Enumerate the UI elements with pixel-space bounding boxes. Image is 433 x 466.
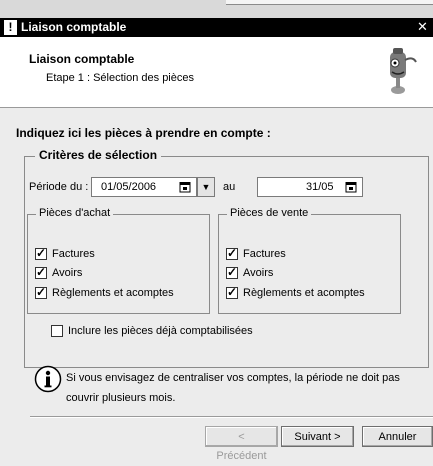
date-from-value: 01/05/2006 [101, 181, 157, 193]
checkbox-label: Inclure les pièces déjà comptabilisées [68, 325, 253, 337]
criteria-legend: Critères de sélection [35, 148, 162, 162]
calendar-icon[interactable] [176, 178, 194, 196]
date-to-value: 31/05 [306, 181, 334, 193]
cancel-button[interactable]: Annuler [362, 426, 433, 447]
background-window-edge [226, 0, 433, 5]
title-bar[interactable]: ! Liaison comptable ✕ [0, 18, 433, 37]
checkbox-label: Factures [243, 248, 286, 260]
checkbox-box[interactable] [35, 246, 47, 260]
sales-credit-notes-checkbox[interactable]: Avoirs [226, 265, 274, 279]
background-window-strip [0, 0, 433, 18]
checkbox-label: Règlements et acomptes [243, 287, 365, 299]
next-button[interactable]: Suivant > [281, 426, 354, 447]
step-subtitle: Etape 1 : Sélection des pièces [46, 72, 194, 84]
instruction-heading: Indiquez ici les pièces à prendre en com… [16, 126, 271, 140]
previous-button[interactable]: < Précédent [205, 426, 278, 462]
checkbox-label: Avoirs [52, 267, 83, 279]
chevron-down-icon: ▼ [201, 182, 211, 192]
sales-invoices-checkbox[interactable]: Factures [226, 246, 286, 260]
purchase-invoices-checkbox[interactable]: Factures [35, 246, 95, 260]
period-label: Période du : [29, 181, 89, 193]
checkbox-box[interactable] [226, 265, 238, 279]
checkbox-label: Règlements et acomptes [52, 287, 174, 299]
date-from-field[interactable]: 01/05/2006 [91, 177, 197, 197]
sales-legend: Pièces de vente [227, 207, 312, 219]
checkbox-box[interactable] [35, 285, 47, 299]
close-icon[interactable]: ✕ [415, 19, 430, 35]
selection-criteria-group: Critères de sélection Période du : 01/05… [24, 148, 429, 368]
checkbox-label: Factures [52, 248, 95, 260]
info-message: Si vous envisagez de centraliser vos com… [66, 372, 400, 404]
sales-payments-checkbox[interactable]: Règlements et acomptes [226, 285, 365, 299]
period-dropdown-button[interactable]: ▼ [197, 177, 215, 197]
sales-documents-group: Pièces de vente Factures Avoirs Règlemen… [218, 207, 401, 314]
window-title: Liaison comptable [21, 20, 127, 34]
footer-separator [30, 416, 433, 418]
checkbox-box[interactable] [35, 265, 47, 279]
wizard-header: Liaison comptable Etape 1 : Sélection de… [0, 37, 433, 108]
include-accounted-checkbox[interactable]: Inclure les pièces déjà comptabilisées [51, 325, 253, 337]
calendar-icon[interactable] [342, 178, 360, 196]
purchase-documents-group: Pièces d'achat Factures Avoirs Règlement… [27, 207, 210, 314]
date-to-field[interactable]: 31/05 [257, 177, 363, 197]
header-title: Liaison comptable [29, 52, 135, 66]
checkbox-box[interactable] [226, 246, 238, 260]
purchase-payments-checkbox[interactable]: Règlements et acomptes [35, 285, 174, 299]
purchase-credit-notes-checkbox[interactable]: Avoirs [35, 265, 83, 279]
wizard-mascot-icon [390, 48, 417, 94]
to-label: au [223, 181, 236, 193]
checkbox-box[interactable] [51, 325, 63, 337]
info-icon [34, 365, 62, 393]
checkbox-label: Avoirs [243, 267, 274, 279]
app-icon: ! [4, 20, 17, 35]
purchase-legend: Pièces d'achat [36, 207, 114, 219]
checkbox-box[interactable] [226, 285, 238, 299]
